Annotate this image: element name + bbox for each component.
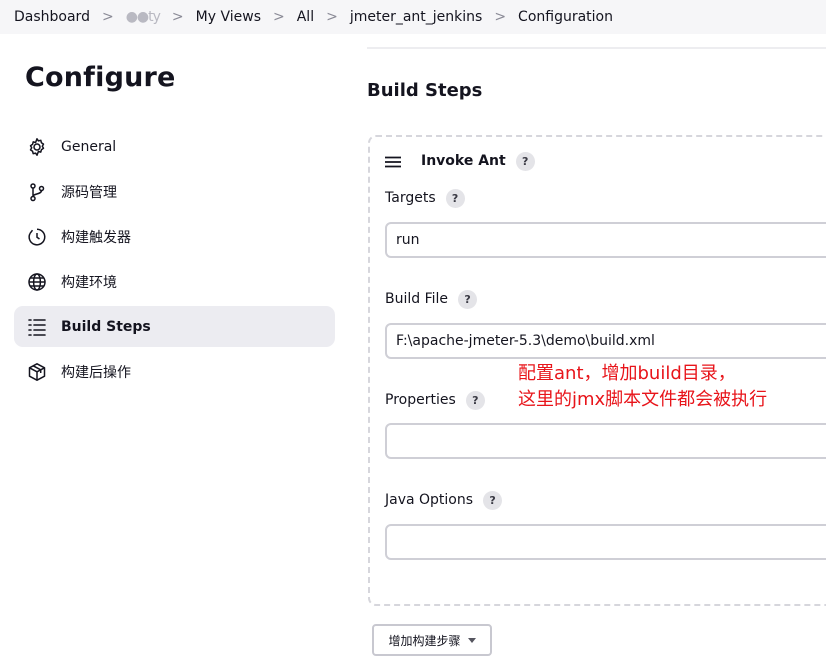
breadcrumb-separator: > (101, 9, 114, 25)
breadcrumb-separator: > (171, 9, 184, 25)
field-label-text: Properties (385, 392, 456, 408)
sidebar-item-source-control[interactable]: 源码管理 (14, 171, 335, 212)
sidebar-item-label: Build Steps (61, 318, 151, 335)
java-options-input[interactable] (385, 524, 826, 560)
targets-input[interactable] (385, 222, 826, 258)
breadcrumb-separator: > (273, 9, 285, 25)
breadcrumb-my-views[interactable]: My Views (196, 9, 261, 25)
breadcrumb-all[interactable]: All (297, 9, 314, 25)
breadcrumb: Dashboard > ●●ty > My Views > All > jmet… (0, 0, 826, 34)
red-annotation: 配置ant，增加build目录， 这里的jmx脚本文件都会被执行 (518, 361, 767, 413)
help-icon[interactable]: ? (483, 490, 503, 510)
build-file-label: Build File ? (385, 289, 478, 309)
help-icon[interactable]: ? (445, 188, 465, 208)
source-branch-icon (27, 182, 47, 202)
gear-icon (27, 137, 47, 157)
breadcrumb-separator: > (494, 9, 507, 25)
properties-label: Properties ? (385, 390, 485, 410)
sidebar-nav: General 源码管理 构建触发器 构建环境 Build Steps 构建后操… (14, 126, 335, 396)
section-title: Build Steps (367, 80, 483, 101)
sidebar-item-build-steps[interactable]: Build Steps (14, 306, 335, 347)
targets-label: Targets ? (385, 188, 465, 208)
timer-icon (27, 227, 47, 247)
drag-handle-icon[interactable] (385, 156, 401, 168)
sidebar-item-post-build[interactable]: 构建后操作 (14, 351, 335, 392)
sidebar-item-label: 构建后操作 (61, 364, 131, 381)
field-label-text: Targets (385, 190, 436, 206)
help-icon[interactable]: ? (515, 151, 535, 171)
annotation-line: 这里的jmx脚本文件都会被执行 (518, 389, 768, 410)
breadcrumb-folder[interactable]: ●●ty (126, 9, 161, 25)
globe-icon (27, 272, 47, 292)
add-build-step-button[interactable]: 增加构建步骤 (372, 624, 492, 656)
add-build-step-label: 增加构建步骤 (388, 633, 461, 648)
sidebar-item-label: 构建环境 (61, 274, 117, 291)
step-header: Invoke Ant ? (385, 151, 535, 171)
sidebar-item-label: General (61, 138, 117, 155)
package-icon (27, 362, 47, 382)
sidebar-item-label: 构建触发器 (61, 229, 131, 246)
breadcrumb-separator: > (326, 9, 338, 25)
help-icon[interactable]: ? (458, 289, 478, 309)
step-title: Invoke Ant (421, 153, 506, 169)
properties-input[interactable] (385, 423, 826, 459)
sidebar-item-build-triggers[interactable]: 构建触发器 (14, 216, 335, 257)
annotation-line: 配置ant，增加build目录， (518, 363, 736, 384)
build-file-input[interactable] (385, 323, 826, 359)
field-label-text: Build File (385, 291, 449, 307)
chevron-down-icon (467, 637, 476, 643)
list-icon (27, 317, 47, 337)
section-divider (367, 47, 826, 49)
breadcrumb-dashboard[interactable]: Dashboard (14, 9, 90, 25)
java-options-label: Java Options ? (385, 490, 503, 510)
sidebar-item-general[interactable]: General (14, 126, 335, 167)
help-icon[interactable]: ? (465, 390, 485, 410)
breadcrumb-configuration[interactable]: Configuration (518, 9, 613, 25)
field-label-text: Java Options (385, 492, 474, 508)
sidebar-item-build-environment[interactable]: 构建环境 (14, 261, 335, 302)
sidebar-item-label: 源码管理 (61, 184, 117, 201)
page-title: Configure (25, 62, 176, 93)
breadcrumb-job[interactable]: jmeter_ant_jenkins (350, 9, 482, 25)
